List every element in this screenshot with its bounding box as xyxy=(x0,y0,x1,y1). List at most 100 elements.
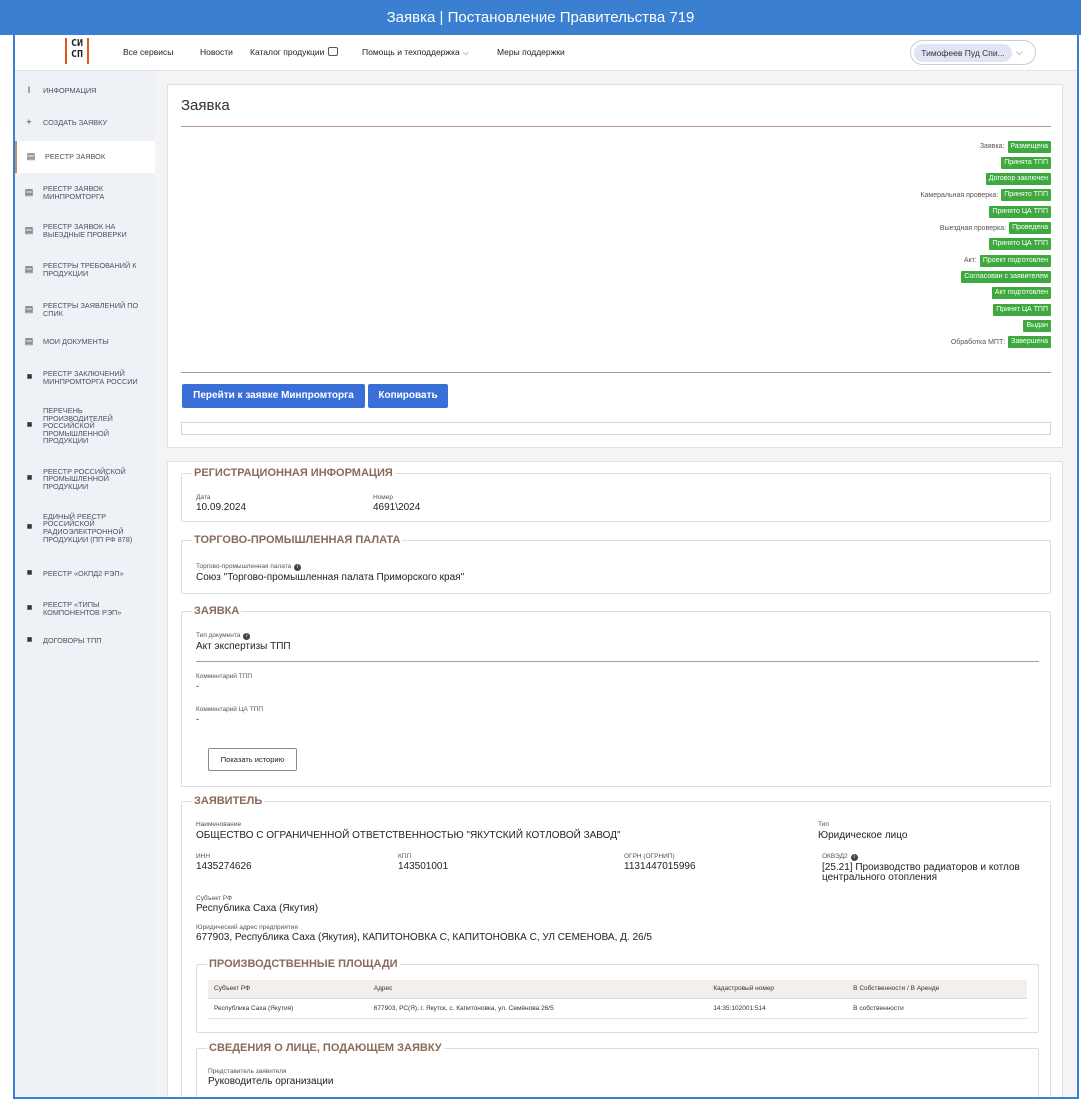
sidebar-item[interactable]: i Информация xyxy=(15,75,155,107)
sidebar-item-label: Реестры заявлений по СПИК xyxy=(43,301,139,318)
sidebar-item-label: Реестр «Типы компонентов РЭП» xyxy=(43,600,122,617)
sidebar-item-label: Создать заявку xyxy=(43,118,108,128)
nav-all-services[interactable]: Все сервисы xyxy=(123,47,173,57)
status-badge: Принята ТПП xyxy=(1001,156,1051,169)
facilities-table: Субъект РФ Адрес Кадастровый номер В Собств… xyxy=(208,980,1027,1019)
column-header: Адрес xyxy=(367,980,708,999)
nav-news[interactable]: Новости xyxy=(200,47,233,57)
book-icon: ▮▮ xyxy=(26,374,33,381)
nav-catalog[interactable]: Каталог продукции xyxy=(250,47,339,57)
book-icon: ▮▮ xyxy=(26,475,33,482)
sidebar-item[interactable]: ▮▮ Реестр «Типы компонентов РЭП» xyxy=(15,592,155,626)
window-title: Заявка | Постановление Правительства 719 xyxy=(386,9,695,26)
status-badge: Принят ЦА ТПП xyxy=(993,303,1051,316)
sidebar-item-label: Реестр заявок на выездные проверки xyxy=(43,222,127,239)
address-value: 677903, Республика Саха (Якутия), КАПИТО… xyxy=(196,932,652,943)
status-badge: Принято ЦА ТПП xyxy=(989,238,1051,251)
sidebar-item-label: Договоры ТПП xyxy=(43,636,102,646)
sidebar-item[interactable]: ▮▮ Реестр заключений Минпромторга России xyxy=(15,360,155,396)
date-value: 10.09.2024 xyxy=(196,502,247,513)
status-label: Камеральная проверка: xyxy=(920,191,999,199)
table-cell: В собственности xyxy=(847,998,1027,1019)
status-row: Заявка: Размещена xyxy=(980,140,1051,153)
chamber-label-text: Торгово-промышленная палата xyxy=(196,563,292,570)
kpp-value: 143501001 xyxy=(398,861,449,872)
go-to-ministry-request-button[interactable]: Перейти к заявке Минпромторга xyxy=(182,384,365,408)
copy-button[interactable]: Копировать xyxy=(368,384,448,408)
sidebar-item[interactable]: ▮▮ Договоры ТПП xyxy=(15,627,155,655)
status-row: Принято ЦА ТПП xyxy=(986,205,1051,218)
subject-value: Республика Саха (Якутия) xyxy=(196,903,319,914)
sidebar-item[interactable]: + Создать заявку xyxy=(15,107,155,139)
status-badge: Завершена xyxy=(1008,336,1051,349)
info-icon: i xyxy=(294,564,302,571)
info-icon: i xyxy=(27,85,31,96)
sidebar: i Информация + Создать заявку ▤ Реестр заявок… xyxy=(15,71,155,1097)
document-icon: ▤ xyxy=(24,336,34,347)
status-row: Договор заключен xyxy=(983,173,1051,186)
show-history-button[interactable]: Показать историю xyxy=(208,748,297,771)
address-label: Юридический адрес предприятия xyxy=(196,924,298,931)
nav-help[interactable]: Помощь и техподдержка ⌵ xyxy=(362,47,469,58)
comment-ca-label: Комментарий ЦА ТПП xyxy=(196,706,264,713)
book-icon: ▮▮ xyxy=(26,605,33,612)
main-content: Заявка Заявка: Размещена Принята ТПП Догово… xyxy=(155,71,1077,1097)
applicant-type-label: Тип xyxy=(818,821,829,828)
status-badge: Принято ТПП xyxy=(1001,189,1051,202)
page-title: Заявка xyxy=(181,97,230,114)
details-panel: Регистрационная информация Дата 10.09.20… xyxy=(167,461,1063,1097)
book-icon: ▮▮ xyxy=(26,637,33,644)
applicant-name-label: Наименование xyxy=(196,821,242,828)
status-badge: Договор заключен xyxy=(985,173,1051,186)
sidebar-item[interactable]: ▮▮ Перечень производителей российской про… xyxy=(15,401,155,451)
sidebar-item[interactable]: ▤ Мои документы xyxy=(15,328,155,356)
sidebar-item[interactable]: ▤ Реестр заявок Минпромторга xyxy=(15,175,155,211)
doc-type-label: Тип документа i xyxy=(196,632,251,640)
sidebar-item-label: Реестр заключений Минпромторга России xyxy=(43,369,138,386)
status-divider xyxy=(181,372,1051,373)
window-title-bar: Заявка | Постановление Правительства 719 xyxy=(0,0,1081,35)
doc-type-label-text: Тип документа xyxy=(196,632,241,639)
status-badge: Проведена xyxy=(1009,222,1051,234)
number-label: Номер xyxy=(373,494,394,501)
book-icon: ▮▮ xyxy=(26,524,33,531)
user-menu[interactable]: Тимофеев Пуд Спи... ⌵ xyxy=(910,40,1036,65)
status-row: Выездная проверка: Проведена xyxy=(940,222,1051,235)
table-cell: 14:35:102001:514 xyxy=(707,998,848,1019)
comment-tpp-label: Комментарий ТПП xyxy=(196,673,253,680)
status-row: Принято ЦА ТПП xyxy=(986,238,1051,251)
catalog-icon xyxy=(328,47,339,56)
sidebar-item[interactable]: ▮▮ Реестр «ОКПД2 РЭП» xyxy=(15,560,155,588)
column-header: В Собственности / В Аренде xyxy=(847,980,1027,999)
sidebar-item[interactable]: ▤ Реестр заявок xyxy=(15,141,155,173)
registration-legend: Регистрационная информация xyxy=(194,467,393,479)
status-row: Обработка МПТ: Завершена xyxy=(951,336,1051,349)
sidebar-item[interactable]: ▤ Реестры заявлений по СПИК xyxy=(15,292,155,328)
sidebar-item[interactable]: ▮▮ Реестр российской промышленной продукц… xyxy=(15,459,155,499)
sidebar-item-label: Мои документы xyxy=(43,337,109,347)
table-cell: Республика Саха (Якутия) xyxy=(208,998,368,1019)
logo[interactable]: СИ СП xyxy=(65,38,89,64)
sidebar-item-label: Реестры требований к продукции xyxy=(43,261,137,278)
top-navigation: СИ СП Все сервисы Новости Каталог продук… xyxy=(15,35,1077,71)
submitter-section: Сведения о лице, подающем заявку xyxy=(196,1042,1039,1097)
applicant-legend: Заявитель xyxy=(194,795,263,807)
sidebar-item-label: Перечень производителей российской промы… xyxy=(43,406,113,446)
sidebar-item[interactable]: ▤ Реестр заявок на выездные проверки xyxy=(15,213,155,249)
status-row: Принят ЦА ТПП xyxy=(990,303,1051,316)
nav-support-measures[interactable]: Меры поддержки xyxy=(497,47,565,57)
app-frame: СИ СП Все сервисы Новости Каталог продук… xyxy=(13,35,1079,1099)
table-row: Республика Саха (Якутия) 677903, РС(Я), г… xyxy=(208,998,1027,1019)
status-badge: Проект подготовлен xyxy=(979,254,1051,267)
sidebar-item[interactable]: ▮▮ Единый реестр российской радиоэлектрон… xyxy=(15,503,155,553)
sidebar-item-label: Реестр российской промышленной продукции xyxy=(43,466,126,491)
number-value: 4691\2024 xyxy=(373,502,421,513)
sidebar-item[interactable]: ▤ Реестры требований к продукции xyxy=(15,252,155,288)
status-badge: Размещена xyxy=(1007,140,1051,153)
book-icon: ▮▮ xyxy=(26,422,33,429)
comment-tpp-value: - xyxy=(196,681,199,691)
chamber-legend: Торгово-промышленная палата xyxy=(194,534,401,546)
submitter-legend: Сведения о лице, подающем заявку xyxy=(209,1042,442,1054)
inn-value: 1435274626 xyxy=(196,861,252,872)
representative-value: Руководитель организации xyxy=(208,1076,334,1087)
